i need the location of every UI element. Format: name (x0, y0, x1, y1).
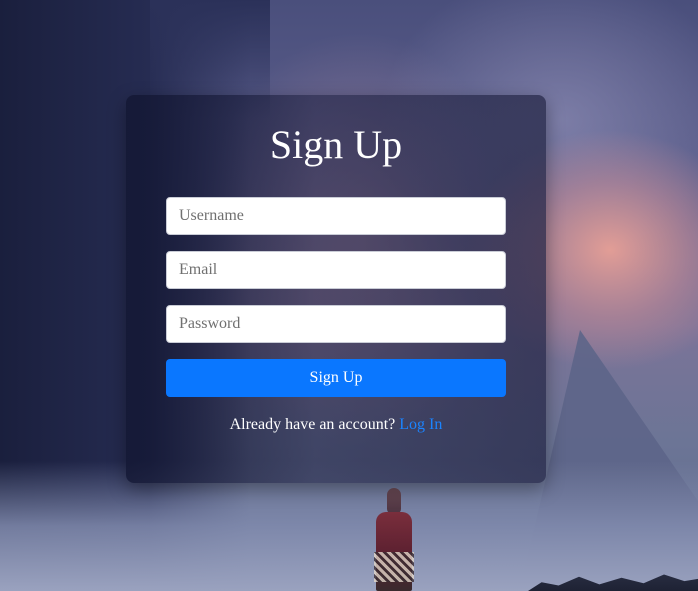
person-skirt (374, 552, 414, 582)
signup-card: Sign Up Sign Up Already have an account?… (126, 95, 546, 483)
password-input[interactable] (166, 305, 506, 343)
login-prompt-text: Already have an account? (229, 416, 396, 433)
username-input[interactable] (166, 197, 506, 235)
email-input[interactable] (166, 251, 506, 289)
signup-button[interactable]: Sign Up (166, 359, 506, 397)
login-link[interactable]: Log In (399, 416, 442, 433)
standing-person (370, 488, 418, 591)
signup-title: Sign Up (269, 122, 403, 167)
login-prompt-row: Already have an account? Log In (126, 416, 546, 434)
person-head (387, 488, 401, 514)
